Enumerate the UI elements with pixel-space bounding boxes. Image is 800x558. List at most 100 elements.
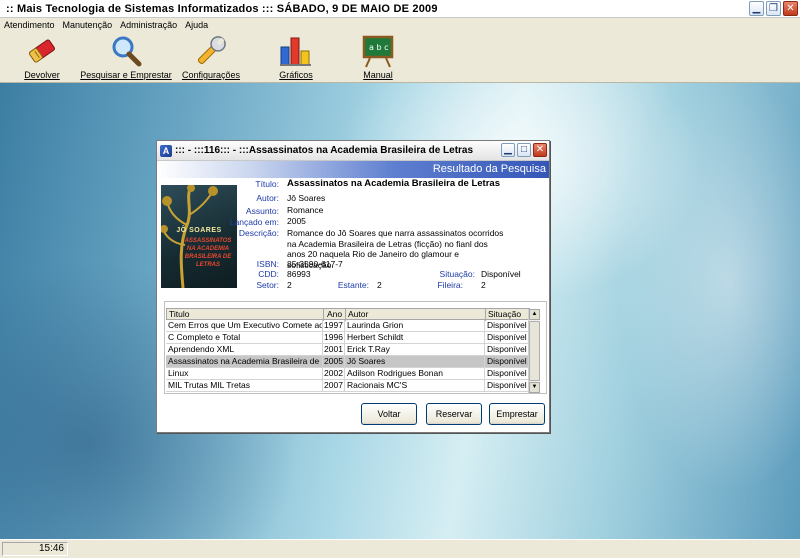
assunto-value: Romance: [287, 205, 324, 215]
pesquisar-emprestar-button[interactable]: Pesquisar e Emprestar: [80, 31, 172, 83]
restore-button[interactable]: ❐: [766, 1, 781, 16]
results-grid[interactable]: Titulo Ano Autor Situação Cem Erros que …: [164, 301, 547, 394]
manual-label: Manual: [363, 70, 393, 80]
estante-label: Estante:: [337, 280, 369, 290]
setor-label: Setor:: [256, 280, 279, 290]
fileira-value: 2: [481, 280, 486, 290]
titulo-label: Título:: [255, 179, 279, 189]
devolver-button[interactable]: Devolver: [22, 31, 62, 83]
menu-bar: Atendimento Manutenção Administração Aju…: [0, 18, 800, 31]
dialog-minimize-button[interactable]: ▁: [501, 143, 515, 157]
cell-ano: 2001: [323, 344, 345, 356]
autor-value: Jô Soares: [287, 193, 326, 203]
menu-atendimento[interactable]: Atendimento: [4, 20, 55, 30]
situacao-label: Situação:: [439, 269, 475, 279]
cover-title: ASSASSINATOS NA ACADEMIA BRASILEIRA DE L…: [184, 238, 232, 268]
app-title: :: Mais Tecnologia de Sistemas Informati…: [6, 2, 438, 15]
cell-ano: 2007: [323, 380, 345, 392]
dialog-window-controls: ▁ □ ✕: [501, 143, 547, 157]
chalkboard-icon: a b c: [362, 35, 394, 68]
vertical-scrollbar[interactable]: ▲ ▼: [528, 309, 540, 393]
close-button[interactable]: ✕: [783, 1, 798, 16]
titulo-value: Assassinatos na Academia Brasileira de L…: [287, 178, 500, 189]
lancado-label: Lançado em:: [229, 217, 279, 227]
lancado-value: 2005: [287, 216, 306, 226]
cell-situacao: Disponível: [485, 332, 530, 344]
cell-situacao: Disponível: [485, 344, 530, 356]
cell-ano: 2005: [323, 356, 345, 368]
cover-author: JÔ SOARES: [176, 227, 222, 234]
cell-situacao: Disponível: [485, 380, 530, 392]
pesquisar-emprestar-label: Pesquisar e Emprestar: [80, 70, 172, 80]
assunto-label: Assunto:: [245, 206, 279, 216]
bar-chart-icon: [280, 37, 311, 66]
cell-autor: Herbert Schildt: [345, 332, 485, 344]
minimize-button[interactable]: ▁: [749, 1, 764, 16]
result-header: Resultado da Pesquisa: [157, 161, 549, 178]
table-header: Titulo Ano Autor Situação: [166, 308, 531, 321]
situacao-value: Disponível: [481, 269, 521, 279]
table-row[interactable]: MIL Trutas MIL Tretas 2007 Racionais MC'…: [166, 380, 530, 392]
cdd-label: CDD:: [258, 269, 279, 279]
cell-situacao: Disponível: [485, 356, 530, 368]
app-icon: A: [160, 144, 172, 157]
fileira-label: Fileira:: [437, 280, 463, 290]
cdd-value: 86993: [287, 269, 311, 279]
scroll-thumb[interactable]: [529, 321, 540, 381]
cell-situacao: Disponível: [485, 320, 530, 332]
estante-value: 2: [377, 280, 382, 290]
manual-button[interactable]: a b c Manual: [358, 31, 398, 83]
cell-titulo: C Completo e Total: [166, 332, 323, 344]
graficos-button[interactable]: Gráficos: [276, 31, 316, 83]
eraser-icon: [29, 39, 55, 63]
table-row-selected[interactable]: Assassinatos na Academia Brasileira de 2…: [166, 356, 530, 368]
status-time: 15:46: [2, 542, 68, 556]
devolver-label: Devolver: [24, 70, 60, 80]
cell-ano: 1996: [323, 332, 345, 344]
svg-text:a b c: a b c: [369, 43, 388, 52]
table-row[interactable]: Linux 2002 Adilson Rodrigues Bonan Dispo…: [166, 368, 530, 380]
cell-autor: Adilson Rodrigues Bonan: [345, 368, 485, 380]
cell-titulo: Cem Erros que Um Executivo Comete ao: [168, 320, 323, 332]
scroll-down-arrow-icon[interactable]: ▼: [529, 382, 540, 393]
cell-titulo: Assassinatos na Academia Brasileira de: [166, 356, 323, 368]
results-table: Titulo Ano Autor Situação Cem Erros que …: [166, 308, 531, 392]
menu-administracao[interactable]: Administração: [120, 20, 177, 30]
isbn-value: 85-3590-617-7: [287, 259, 343, 269]
menu-ajuda[interactable]: Ajuda: [185, 20, 208, 30]
cell-situacao: Disponível: [485, 368, 530, 380]
voltar-button[interactable]: Voltar: [361, 403, 417, 425]
cell-autor: Laurinda Grion: [345, 320, 485, 332]
cell-autor: Racionais MC'S: [345, 380, 485, 392]
cell-ano: 2002: [323, 368, 345, 380]
scroll-up-arrow-icon[interactable]: ▲: [529, 309, 540, 320]
wrench-icon: [197, 36, 226, 65]
table-row[interactable]: Aprendendo XML 2001 Erick T.Ray Disponív…: [166, 344, 530, 356]
cell-titulo: Aprendendo XML: [166, 344, 323, 356]
descricao-label: Descrição:: [238, 228, 279, 238]
table-row[interactable]: Cem Erros que Um Executivo Comete ao 199…: [166, 320, 530, 332]
cell-ano: 1997: [323, 320, 345, 332]
cell-autor: Jô Soares: [345, 356, 485, 368]
autor-label: Autor:: [256, 193, 279, 203]
book-cover-image: JÔ SOARES ASSASSINATOS NA ACADEMIA BRASI…: [161, 185, 237, 288]
cell-titulo: Linux: [166, 368, 323, 380]
menu-manutencao[interactable]: Manutenção: [63, 20, 113, 30]
magnifier-icon: [112, 36, 142, 67]
setor-value: 2: [287, 280, 292, 290]
dialog-maximize-button[interactable]: □: [517, 143, 531, 157]
dialog-title: ::: - :::116::: - :::Assassinatos na Aca…: [175, 145, 474, 156]
configuracoes-button[interactable]: Configurações: [181, 31, 241, 83]
isbn-label: ISBN:: [256, 259, 279, 269]
dialog-titlebar: A ::: - :::116::: - :::Assassinatos na A…: [157, 141, 549, 161]
toolbar: Devolver Pesquisar e Emprestar Configura…: [0, 31, 800, 83]
dialog-close-button[interactable]: ✕: [533, 143, 547, 157]
book-details-dialog: A ::: - :::116::: - :::Assassinatos na A…: [156, 140, 550, 433]
cell-titulo: MIL Trutas MIL Tretas: [166, 380, 323, 392]
app-titlebar: :: Mais Tecnologia de Sistemas Informati…: [0, 0, 800, 18]
configuracoes-label: Configurações: [181, 70, 241, 80]
emprestar-button[interactable]: Emprestar: [489, 403, 545, 425]
cell-autor: Erick T.Ray: [345, 344, 485, 356]
table-row[interactable]: C Completo e Total 1996 Herbert Schildt …: [166, 332, 530, 344]
reservar-button[interactable]: Reservar: [426, 403, 482, 425]
